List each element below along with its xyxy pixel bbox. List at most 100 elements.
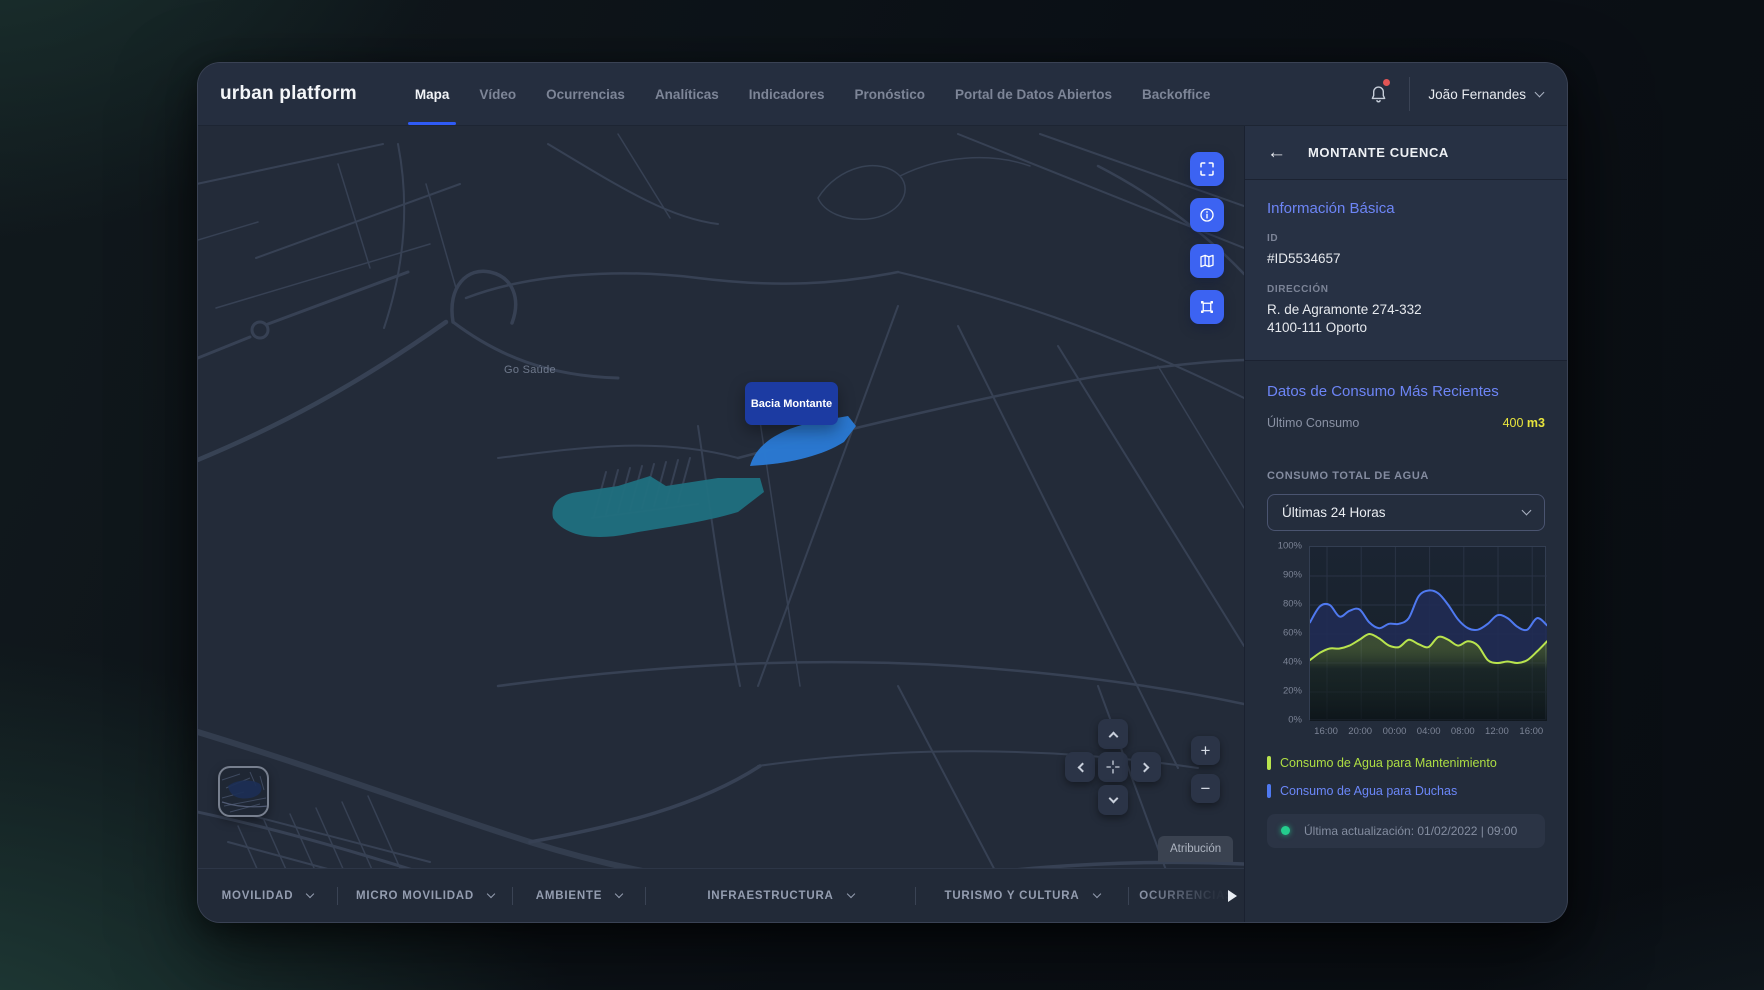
- chart-svg: [1310, 547, 1547, 721]
- user-name: João Fernandes: [1428, 87, 1526, 102]
- legend-marker-green: [1267, 756, 1271, 770]
- address-line2: 4100-111 Oporto: [1267, 319, 1545, 337]
- zoom-out-button[interactable]: −: [1191, 774, 1220, 803]
- category-ocurrencias[interactable]: OCURRENCIAS: [1129, 869, 1244, 922]
- category-turismo-cultura[interactable]: TURISMO Y CULTURA: [916, 869, 1128, 922]
- map-tooltip[interactable]: Bacia Montante: [745, 382, 838, 425]
- legend-label: Consumo de Agua para Mantenimiento: [1280, 756, 1497, 770]
- nav-item-pronostico[interactable]: Pronóstico: [855, 63, 926, 125]
- user-menu[interactable]: João Fernandes: [1428, 87, 1543, 102]
- id-field: ID #ID5534657: [1267, 233, 1545, 268]
- chevron-left-icon: [1077, 762, 1087, 772]
- zoom-in-button[interactable]: +: [1191, 736, 1220, 765]
- chart-y-axis: 100% 90% 80% 60% 40% 20% 0%: [1267, 546, 1309, 720]
- recenter-button[interactable]: [1098, 752, 1128, 782]
- map-tools: [1190, 152, 1224, 324]
- nav-item-indicadores[interactable]: Indicadores: [749, 63, 825, 125]
- bell-icon: [1368, 84, 1389, 105]
- map-pan-controls: [1062, 719, 1164, 821]
- nav-item-video[interactable]: Vídeo: [479, 63, 516, 125]
- top-navigation: Mapa Vídeo Ocurrencias Analíticas Indica…: [415, 63, 1210, 125]
- consumption-chart: 100% 90% 80% 60% 40% 20% 0% 16:00 20:00: [1267, 546, 1545, 746]
- category-label: INFRAESTRUCTURA: [707, 890, 833, 902]
- time-range-select[interactable]: Últimas 24 Horas: [1267, 494, 1545, 531]
- category-infraestructura[interactable]: INFRAESTRUCTURA: [646, 869, 915, 922]
- chevron-down-icon: [615, 890, 623, 898]
- basic-info-section: Información Básica ID #ID5534657 DIRECCI…: [1245, 180, 1567, 361]
- transform-frame-icon: [1198, 298, 1216, 316]
- attribution-button[interactable]: Atribución: [1158, 836, 1233, 862]
- map-place-label: Go Saúde: [504, 364, 556, 376]
- top-header: urban platform Mapa Vídeo Ocurrencias An…: [198, 63, 1567, 126]
- legend-label: Consumo de Agua para Duchas: [1280, 784, 1457, 798]
- nav-item-analiticas[interactable]: Analíticas: [655, 63, 719, 125]
- pan-up-button[interactable]: [1098, 719, 1128, 749]
- status-dot-icon: [1281, 826, 1290, 835]
- status-text: Última actualización: 01/02/2022 | 09:00: [1304, 824, 1517, 838]
- nav-item-ocurrencias[interactable]: Ocurrencias: [546, 63, 625, 125]
- nav-item-mapa[interactable]: Mapa: [415, 63, 450, 125]
- last-consumption-label: Último Consumo: [1267, 416, 1359, 430]
- last-consumption-row: Último Consumo 400 m3: [1267, 416, 1545, 430]
- info-icon: [1198, 206, 1216, 224]
- legend-item-mantenimiento[interactable]: Consumo de Agua para Mantenimiento: [1267, 756, 1545, 770]
- minimap-preview: [220, 768, 269, 817]
- last-consumption-value: 400 m3: [1503, 416, 1545, 430]
- map-icon: [1198, 252, 1216, 270]
- pan-down-button[interactable]: [1098, 785, 1128, 815]
- category-micro-movilidad[interactable]: MICRO MOVILIDAD: [338, 869, 512, 922]
- sidebar-title: MONTANTE CUENCA: [1308, 145, 1449, 160]
- app-window: urban platform Mapa Vídeo Ocurrencias An…: [198, 63, 1567, 922]
- legend-marker-blue: [1267, 784, 1271, 798]
- chevron-down-icon: [1522, 506, 1532, 516]
- chart-title: CONSUMO TOTAL DE AGUA: [1267, 470, 1545, 482]
- notification-badge: [1383, 79, 1390, 86]
- map-zoom-controls: + −: [1191, 736, 1220, 803]
- scroll-right-icon[interactable]: [1228, 890, 1237, 902]
- time-range-value: Últimas 24 Horas: [1282, 505, 1386, 520]
- address-field: DIRECCIÓN R. de Agramonte 274-332 4100-1…: [1267, 284, 1545, 337]
- detail-sidebar: ← MONTANTE CUENCA Información Básica ID …: [1244, 126, 1567, 922]
- category-label: MICRO MOVILIDAD: [356, 890, 474, 902]
- minimap[interactable]: [218, 766, 269, 817]
- pan-left-button[interactable]: [1065, 752, 1095, 782]
- select-area-button[interactable]: [1190, 290, 1224, 324]
- basic-info-heading: Información Básica: [1267, 200, 1545, 217]
- info-button[interactable]: [1190, 198, 1224, 232]
- last-update-status: Última actualización: 01/02/2022 | 09:00: [1267, 814, 1545, 848]
- chevron-down-icon: [1535, 88, 1545, 98]
- category-bar: MOVILIDAD MICRO MOVILIDAD AMBIENTE INFRA…: [198, 868, 1244, 922]
- layers-map-button[interactable]: [1190, 244, 1224, 278]
- category-label: OCURRENCIAS: [1139, 890, 1233, 902]
- category-label: AMBIENTE: [536, 890, 602, 902]
- legend-item-duchas[interactable]: Consumo de Agua para Duchas: [1267, 784, 1545, 798]
- header-divider: [1409, 77, 1410, 111]
- category-movilidad[interactable]: MOVILIDAD: [198, 869, 337, 922]
- nav-item-portal-datos[interactable]: Portal de Datos Abiertos: [955, 63, 1112, 125]
- category-ambiente[interactable]: AMBIENTE: [513, 869, 645, 922]
- id-label: ID: [1267, 233, 1545, 244]
- chevron-down-icon: [1092, 890, 1100, 898]
- consumption-section: Datos de Consumo Más Recientes Último Co…: [1245, 361, 1567, 430]
- fullscreen-button[interactable]: [1190, 152, 1224, 186]
- chevron-right-icon: [1139, 762, 1149, 772]
- crosshair-icon: [1105, 759, 1121, 775]
- back-button[interactable]: ←: [1267, 143, 1286, 162]
- chevron-up-icon: [1108, 731, 1118, 741]
- basin-teal-polygon: [552, 476, 764, 537]
- chevron-down-icon: [1108, 793, 1118, 803]
- fullscreen-icon: [1198, 160, 1216, 178]
- id-value: #ID5534657: [1267, 250, 1545, 268]
- chart-plot-area[interactable]: [1309, 546, 1546, 720]
- consumption-heading: Datos de Consumo Más Recientes: [1267, 383, 1545, 400]
- address-label: DIRECCIÓN: [1267, 284, 1545, 295]
- pan-right-button[interactable]: [1131, 752, 1161, 782]
- chevron-down-icon: [487, 890, 495, 898]
- chevron-down-icon: [306, 890, 314, 898]
- chart-legend: Consumo de Agua para Mantenimiento Consu…: [1267, 756, 1545, 798]
- map-area: Go Saúde Bacia Montante: [198, 126, 1244, 922]
- app-logo[interactable]: urban platform: [220, 83, 357, 105]
- nav-item-backoffice[interactable]: Backoffice: [1142, 63, 1210, 125]
- notifications-button[interactable]: [1365, 81, 1391, 107]
- chart-x-axis: 16:00 20:00 00:00 04:00 08:00 12:00 16:0…: [1309, 726, 1546, 746]
